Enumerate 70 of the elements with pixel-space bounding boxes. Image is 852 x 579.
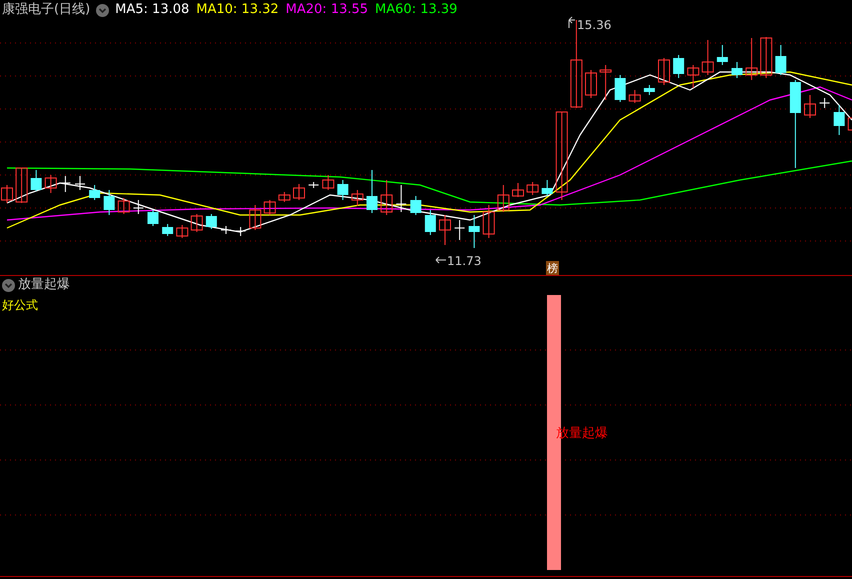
candlestick (526, 182, 539, 196)
formula-label: 好公式 (2, 297, 38, 314)
candlestick (396, 184, 407, 212)
candlestick (614, 74, 626, 102)
candlestick (468, 214, 480, 248)
arrow-icon (568, 16, 576, 28)
candlestick (337, 180, 348, 200)
candlestick (16, 168, 28, 204)
candlestick (322, 174, 334, 190)
candlestick (220, 226, 232, 234)
candlestick (585, 70, 597, 98)
candlestick (132, 200, 144, 214)
candlestick (497, 184, 510, 212)
dropdown-icon[interactable] (96, 4, 110, 16)
candlestick (366, 170, 378, 214)
candlestick (235, 226, 246, 236)
moving-average-value: MA5: 13.08 (115, 1, 190, 20)
candlestick (206, 214, 217, 230)
candlestick (30, 170, 42, 192)
candlestick (760, 36, 772, 78)
candlestick (410, 196, 422, 216)
candlestick (819, 98, 830, 108)
candlestick (293, 184, 305, 200)
candlestick (746, 38, 758, 80)
candlestick (600, 64, 612, 100)
high-price-label: 15.36 (577, 17, 612, 34)
candlestick (512, 182, 524, 198)
dropdown-icon[interactable] (2, 278, 15, 292)
candlestick (278, 192, 290, 202)
candlestick (834, 104, 845, 136)
candlestick (74, 176, 86, 190)
candlestick (542, 180, 553, 196)
moving-average-value: MA60: 13.39 (375, 1, 458, 20)
candlestick (628, 90, 641, 104)
candlestick (190, 214, 203, 232)
rank-badge[interactable]: 榜 (546, 261, 559, 276)
candlestick (148, 210, 158, 226)
candlestick (848, 118, 852, 130)
candlestick (1, 184, 13, 204)
chart-title: 康强电子(日线) (2, 1, 90, 20)
candlestick (702, 40, 714, 76)
candlestick (439, 214, 451, 246)
candlestick (308, 182, 320, 188)
candlestick (104, 190, 115, 216)
moving-average-value: MA10: 13.32 (196, 1, 279, 20)
candlestick (118, 198, 130, 214)
candlestick (775, 44, 786, 76)
candlestick (380, 180, 393, 216)
candlestick (644, 84, 655, 96)
candlestick (176, 224, 188, 238)
candlestick (264, 200, 276, 216)
candlestick (351, 190, 364, 206)
moving-average-value: MA20: 13.55 (286, 1, 368, 20)
arrow-icon (436, 256, 446, 264)
low-price-label: 11.73 (447, 253, 482, 270)
candlestick (162, 224, 174, 236)
candlestick (658, 58, 670, 86)
candlestick (687, 64, 700, 88)
candlestick (44, 174, 57, 194)
indicator-title: 放量起爆 (18, 276, 70, 294)
candlestick (673, 54, 684, 78)
candlestick (454, 220, 466, 240)
candlestick (732, 62, 742, 78)
candlestick (249, 204, 262, 230)
candlestick (804, 94, 816, 118)
candlestick (60, 176, 71, 192)
candlestick (716, 44, 728, 66)
candlestick (482, 204, 495, 238)
candlestick (89, 184, 100, 200)
candlestick (424, 210, 436, 236)
